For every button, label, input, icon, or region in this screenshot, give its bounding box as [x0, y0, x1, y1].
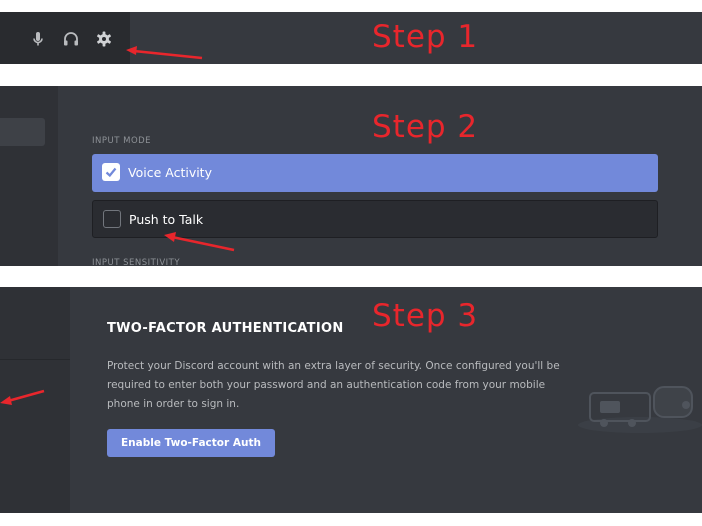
input-mode-header: INPUT MODE [92, 136, 152, 146]
gear-icon[interactable] [95, 30, 113, 48]
security-settings-panel: TWO-FACTOR AUTHENTICATION Step 3 Protect… [0, 287, 702, 513]
enable-2fa-button[interactable]: Enable Two-Factor Auth [107, 429, 275, 457]
voice-activity-option[interactable]: Voice Activity [92, 154, 658, 192]
user-controls-bar [0, 12, 130, 64]
step-3-annotation: Step 3 [372, 298, 479, 334]
microphone-icon[interactable] [29, 30, 47, 48]
step-1-annotation: Step 1 [372, 19, 479, 55]
annotation-arrow [126, 46, 203, 60]
headphones-icon[interactable] [62, 30, 80, 48]
annotation-arrow [164, 232, 235, 252]
check-icon [105, 167, 117, 178]
step-2-annotation: Step 2 [372, 109, 479, 145]
security-illustration [578, 386, 702, 433]
settings-sidebar [0, 86, 58, 266]
section-description: Protect your Discord account with an ext… [107, 360, 560, 410]
voice-activity-label: Voice Activity [128, 165, 212, 180]
user-controls-panel: Step 1 [0, 12, 702, 64]
checkbox-unchecked[interactable] [103, 210, 121, 228]
voice-settings-panel: INPUT MODE Step 2 Voice Activity Push to… [0, 86, 702, 266]
push-to-talk-label: Push to Talk [129, 212, 204, 227]
annotation-arrow [0, 389, 45, 405]
checkbox-checked[interactable] [102, 163, 120, 181]
input-sensitivity-header: INPUT SENSITIVITY [92, 258, 181, 266]
sidebar-divider [0, 359, 70, 360]
sidebar-item-selected[interactable] [0, 118, 45, 146]
section-title: TWO-FACTOR AUTHENTICATION [107, 321, 344, 336]
